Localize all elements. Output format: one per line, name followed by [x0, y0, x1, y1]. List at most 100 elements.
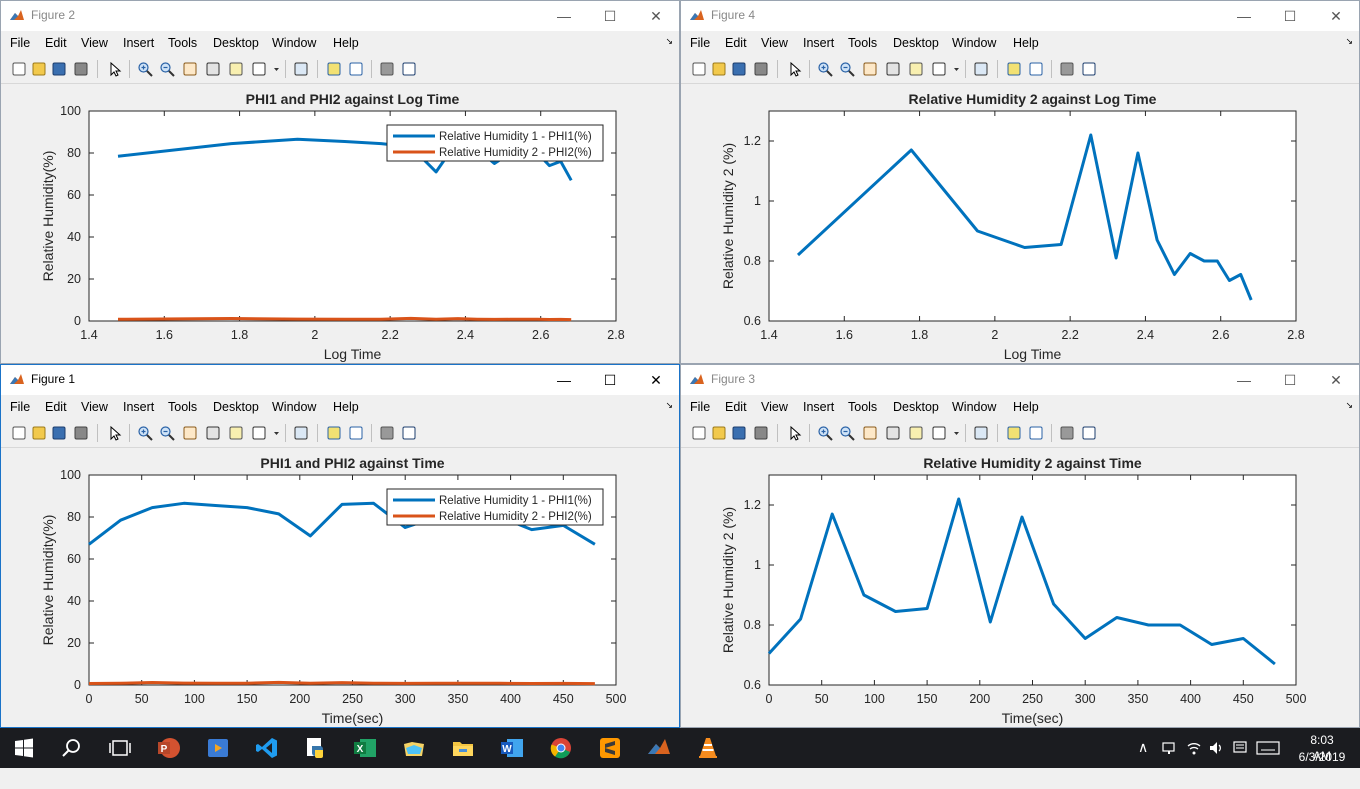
- pan-icon[interactable]: [182, 61, 198, 77]
- new-figure-icon[interactable]: [11, 425, 27, 441]
- vlc-icon[interactable]: [696, 736, 720, 760]
- show-plot-tools-icon[interactable]: [401, 61, 417, 77]
- search-icon[interactable]: [60, 736, 84, 760]
- new-figure-icon[interactable]: [11, 61, 27, 77]
- hide-plot-tools-icon[interactable]: [1059, 425, 1075, 441]
- minimize-button[interactable]: —: [541, 365, 587, 395]
- link-plot-icon[interactable]: [293, 61, 309, 77]
- data-cursor-icon[interactable]: [908, 61, 924, 77]
- menu-window[interactable]: Window: [272, 36, 316, 50]
- rotate-3d-icon[interactable]: [885, 425, 901, 441]
- menu-edit[interactable]: Edit: [45, 400, 67, 414]
- menu-view[interactable]: View: [81, 400, 108, 414]
- file-explorer-icon[interactable]: [451, 736, 475, 760]
- menu-desktop[interactable]: Desktop: [893, 400, 939, 414]
- colorbar-icon[interactable]: [1006, 425, 1022, 441]
- close-button[interactable]: ✕: [1313, 1, 1359, 31]
- menu-file[interactable]: File: [690, 36, 710, 50]
- menu-view[interactable]: View: [81, 36, 108, 50]
- menu-tools[interactable]: Tools: [168, 36, 197, 50]
- save-icon[interactable]: [731, 61, 747, 77]
- brush-icon[interactable]: [251, 61, 267, 77]
- legend-icon[interactable]: [1028, 61, 1044, 77]
- python-idle-icon[interactable]: [304, 736, 328, 760]
- zoom-in-icon[interactable]: [137, 425, 153, 441]
- data-cursor-icon[interactable]: [908, 425, 924, 441]
- open-file-icon[interactable]: [31, 425, 47, 441]
- close-button[interactable]: ✕: [633, 365, 679, 395]
- volume-icon[interactable]: [1208, 740, 1224, 756]
- pointer-icon[interactable]: [787, 61, 803, 77]
- menu-tools[interactable]: Tools: [848, 400, 877, 414]
- new-figure-icon[interactable]: [691, 425, 707, 441]
- rotate-3d-icon[interactable]: [205, 61, 221, 77]
- save-icon[interactable]: [51, 61, 67, 77]
- print-icon[interactable]: [73, 61, 89, 77]
- clock-date[interactable]: 6/3/2019: [1296, 749, 1348, 789]
- file-viewer-icon[interactable]: [402, 736, 426, 760]
- menu-edit[interactable]: Edit: [725, 36, 747, 50]
- menu-window[interactable]: Window: [952, 400, 996, 414]
- open-file-icon[interactable]: [711, 61, 727, 77]
- figure-window[interactable]: Figure 3 — ☐ ✕ File Edit View Insert Too…: [680, 364, 1360, 728]
- colorbar-icon[interactable]: [326, 61, 342, 77]
- menu-view[interactable]: View: [761, 400, 788, 414]
- excel-icon[interactable]: X: [353, 736, 377, 760]
- legend-icon[interactable]: [1028, 425, 1044, 441]
- hide-plot-tools-icon[interactable]: [1059, 61, 1075, 77]
- wifi-icon[interactable]: [1186, 740, 1202, 756]
- matlab-taskbar-icon[interactable]: [647, 736, 671, 760]
- maximize-button[interactable]: ☐: [587, 365, 633, 395]
- menu-view[interactable]: View: [761, 36, 788, 50]
- windows-start-icon[interactable]: [12, 736, 36, 760]
- link-plot-icon[interactable]: [973, 61, 989, 77]
- menu-tools[interactable]: Tools: [168, 400, 197, 414]
- new-figure-icon[interactable]: [691, 61, 707, 77]
- title-bar[interactable]: Figure 3 — ☐ ✕: [681, 365, 1359, 395]
- menu-edit[interactable]: Edit: [725, 400, 747, 414]
- zoom-in-icon[interactable]: [137, 61, 153, 77]
- dock-arrow-icon[interactable]: ↘: [665, 36, 673, 47]
- menu-window[interactable]: Window: [952, 36, 996, 50]
- close-button[interactable]: ✕: [633, 1, 679, 31]
- series-line[interactable]: [117, 316, 572, 322]
- menu-window[interactable]: Window: [272, 400, 316, 414]
- pan-icon[interactable]: [862, 425, 878, 441]
- minimize-button[interactable]: —: [541, 1, 587, 31]
- keyboard-icon[interactable]: [1256, 741, 1280, 755]
- data-cursor-icon[interactable]: [228, 61, 244, 77]
- zoom-out-icon[interactable]: [839, 61, 855, 77]
- title-bar[interactable]: Figure 1 — ☐ ✕: [1, 365, 679, 395]
- title-bar[interactable]: Figure 2 — ☐ ✕: [1, 1, 679, 31]
- video-app-icon[interactable]: [206, 736, 230, 760]
- title-bar[interactable]: Figure 4 — ☐ ✕: [681, 1, 1359, 31]
- pan-icon[interactable]: [182, 425, 198, 441]
- menu-insert[interactable]: Insert: [803, 400, 834, 414]
- legend-icon[interactable]: [348, 425, 364, 441]
- maximize-button[interactable]: ☐: [587, 1, 633, 31]
- rotate-3d-icon[interactable]: [205, 425, 221, 441]
- print-icon[interactable]: [753, 425, 769, 441]
- menu-insert[interactable]: Insert: [803, 36, 834, 50]
- vscode-icon[interactable]: [255, 736, 279, 760]
- menu-help[interactable]: Help: [333, 400, 359, 414]
- colorbar-icon[interactable]: [1006, 61, 1022, 77]
- data-cursor-icon[interactable]: [228, 425, 244, 441]
- menu-help[interactable]: Help: [1013, 400, 1039, 414]
- brush-icon[interactable]: [931, 61, 947, 77]
- sublime-text-icon[interactable]: [598, 736, 622, 760]
- zoom-out-icon[interactable]: [159, 61, 175, 77]
- figure-window[interactable]: Figure 1 — ☐ ✕ File Edit View Insert Too…: [0, 364, 680, 728]
- pointer-icon[interactable]: [107, 61, 123, 77]
- brush-icon[interactable]: [931, 425, 947, 441]
- zoom-in-icon[interactable]: [817, 61, 833, 77]
- zoom-out-icon[interactable]: [159, 425, 175, 441]
- task-view-icon[interactable]: [108, 736, 132, 760]
- zoom-in-icon[interactable]: [817, 425, 833, 441]
- minimize-button[interactable]: —: [1221, 365, 1267, 395]
- open-file-icon[interactable]: [31, 61, 47, 77]
- rotate-3d-icon[interactable]: [885, 61, 901, 77]
- print-icon[interactable]: [753, 61, 769, 77]
- hide-plot-tools-icon[interactable]: [379, 61, 395, 77]
- legend[interactable]: Relative Humidity 1 - PHI1(%) Relative Hu…: [386, 488, 604, 526]
